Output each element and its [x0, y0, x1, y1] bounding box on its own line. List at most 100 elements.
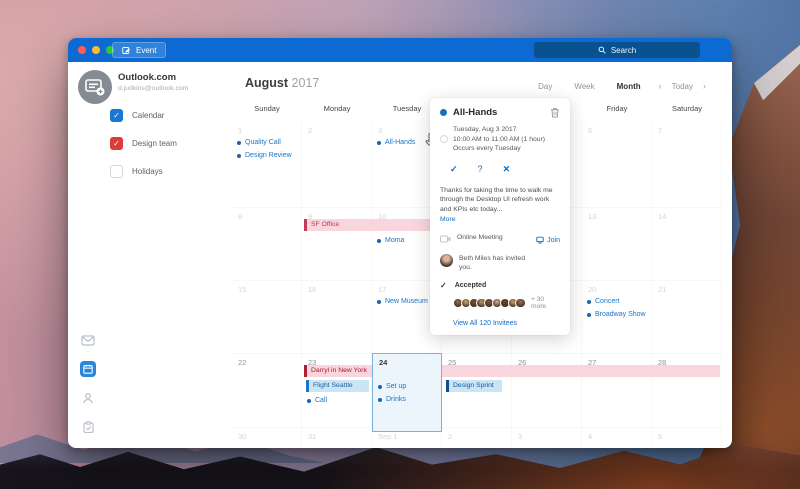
- checkbox-icon[interactable]: [110, 165, 123, 178]
- join-button[interactable]: Join: [536, 236, 560, 244]
- more-link[interactable]: More: [440, 216, 560, 223]
- day-header-friday: Friday: [582, 104, 652, 113]
- day-cell[interactable]: 3: [512, 427, 582, 448]
- day-cell[interactable]: 9: [302, 207, 372, 280]
- tentative-button[interactable]: ?: [478, 164, 483, 175]
- calendar-toggle-holidays[interactable]: Holidays: [110, 164, 177, 178]
- outlook-calendar-window: Event Search Outlook.com d.judkins@outlo…: [68, 38, 732, 448]
- calendar-list: ✓ Calendar ✓ Design team Holidays: [110, 108, 177, 192]
- calendar-label: Calendar: [132, 111, 164, 120]
- view-switcher: ‹ Today › Day Week Month: [516, 81, 706, 91]
- selected-day-cell[interactable]: 24Set upDrinks: [372, 353, 442, 432]
- popup-event-date: Tuesday, Aug 3 2017: [453, 125, 560, 135]
- desktop-wallpaper: Event Search Outlook.com d.judkins@outlo…: [0, 0, 800, 489]
- join-label: Join: [547, 237, 560, 244]
- app-nav-rail: [80, 332, 96, 448]
- prev-month-button[interactable]: ‹: [659, 81, 662, 91]
- calendar-icon[interactable]: [80, 361, 96, 377]
- multi-day-event[interactable]: Darryl in New York: [304, 365, 720, 377]
- month-title: August 2017: [245, 76, 319, 90]
- new-event-label: Event: [136, 46, 156, 55]
- day-cell[interactable]: 6: [582, 122, 652, 207]
- day-cell[interactable]: 15: [232, 280, 302, 353]
- account-provider: Outlook.com: [118, 72, 176, 83]
- event-item[interactable]: Call: [306, 394, 369, 407]
- delete-event-icon[interactable]: [550, 107, 560, 118]
- date-number: 1: [238, 126, 242, 135]
- today-button[interactable]: Today: [672, 82, 693, 91]
- month-label: August: [245, 76, 288, 90]
- date-number: 4: [588, 432, 592, 441]
- day-header-sunday: Sunday: [232, 104, 302, 113]
- date-number: 13: [588, 212, 596, 221]
- window-titlebar: Event Search: [68, 38, 732, 62]
- date-number: 7: [658, 126, 662, 135]
- calendar-label: Holidays: [132, 167, 163, 176]
- event-item[interactable]: Concert: [586, 295, 649, 308]
- calendar-label: Design team: [132, 139, 177, 148]
- search-label: Search: [611, 46, 636, 55]
- day-cell[interactable]: 16: [302, 280, 372, 353]
- calendar-toggle-calendar[interactable]: ✓ Calendar: [110, 108, 177, 122]
- event-popup: All-Hands Tuesday, Aug 3 2017 10:00 AM t…: [430, 98, 570, 335]
- day-cell[interactable]: 31: [302, 427, 372, 448]
- day-cell[interactable]: 7: [652, 122, 722, 207]
- event-item[interactable]: Design Review: [236, 149, 299, 162]
- date-number: 2: [448, 432, 452, 441]
- checkbox-icon[interactable]: ✓: [110, 137, 123, 150]
- popup-event-time: 10:00 AM to 11:00 AM (1 hour): [453, 135, 560, 145]
- view-all-invitees-link[interactable]: View All 120 Invitees: [453, 320, 560, 327]
- compose-icon: [122, 46, 131, 55]
- day-cell[interactable]: 20ConcertBroadway Show: [582, 280, 652, 353]
- date-number: 3: [378, 126, 382, 135]
- search-input[interactable]: Search: [534, 42, 700, 58]
- event-item[interactable]: Quality Call: [236, 136, 299, 149]
- checkbox-icon[interactable]: ✓: [110, 109, 123, 122]
- day-cell[interactable]: 2: [442, 427, 512, 448]
- minimize-button[interactable]: [92, 46, 100, 54]
- close-button[interactable]: [78, 46, 86, 54]
- mail-icon[interactable]: [80, 332, 96, 348]
- day-cell[interactable]: 4: [582, 427, 652, 448]
- event-item[interactable]: Flight Seattle: [306, 380, 369, 392]
- invitee-avatars: + 30 more: [453, 296, 560, 310]
- day-cell[interactable]: 14: [652, 207, 722, 280]
- view-tab-month[interactable]: Month: [617, 82, 641, 91]
- next-month-button[interactable]: ›: [703, 81, 706, 91]
- date-number: 17: [378, 285, 386, 294]
- view-tab-day[interactable]: Day: [538, 82, 552, 91]
- account-avatar[interactable]: [78, 70, 112, 104]
- calendar-toggle-design-team[interactable]: ✓ Design team: [110, 136, 177, 150]
- extra-invitees-label: + 30 more: [531, 296, 560, 310]
- date-number: 5: [658, 432, 662, 441]
- day-cell[interactable]: 1Quality CallDesign Review: [232, 122, 302, 207]
- event-item[interactable]: Set up: [377, 380, 439, 393]
- new-event-button[interactable]: Event: [112, 42, 166, 58]
- event-category-dot: [440, 109, 447, 116]
- decline-button[interactable]: ✕: [503, 164, 511, 175]
- date-number: 6: [588, 126, 592, 135]
- invite-text: Beth Miles has invited you.: [459, 254, 539, 272]
- view-tab-week[interactable]: Week: [574, 82, 594, 91]
- event-item[interactable]: Broadway Show: [586, 308, 649, 321]
- day-cell[interactable]: 8: [232, 207, 302, 280]
- clock-icon: [440, 135, 448, 143]
- accept-button[interactable]: ✓: [450, 164, 458, 175]
- popup-description: Thanks for taking the time to walk me th…: [440, 186, 560, 215]
- date-number: 31: [308, 432, 316, 441]
- date-number: 14: [658, 212, 666, 221]
- tasks-icon[interactable]: [80, 419, 96, 435]
- date-number: 16: [308, 285, 316, 294]
- day-cell[interactable]: 13: [582, 207, 652, 280]
- accepted-check-icon: ✓: [440, 281, 447, 290]
- day-cell[interactable]: 2: [302, 122, 372, 207]
- day-cell[interactable]: 22: [232, 353, 302, 427]
- day-cell[interactable]: 30: [232, 427, 302, 448]
- event-item[interactable]: Design Sprint: [446, 380, 502, 392]
- day-cell[interactable]: 5: [652, 427, 722, 448]
- day-cell[interactable]: 21: [652, 280, 722, 353]
- people-icon[interactable]: [80, 390, 96, 406]
- date-number: 21: [658, 285, 666, 294]
- search-icon: [598, 46, 606, 54]
- event-item[interactable]: Drinks: [377, 393, 439, 406]
